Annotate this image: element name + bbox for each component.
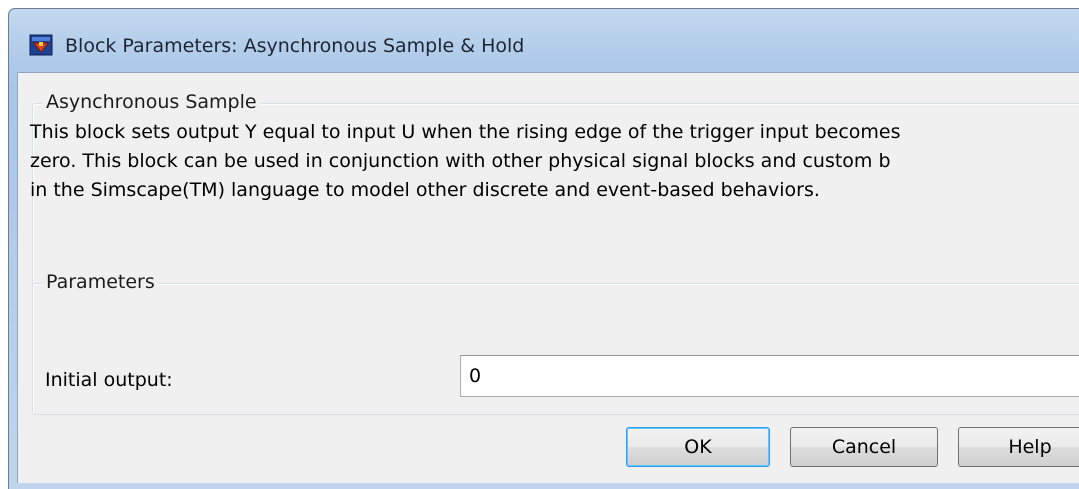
- parameters-groupbox: Parameters Initial output:: [32, 271, 1079, 415]
- window-title: Block Parameters: Asynchronous Sample & …: [65, 35, 525, 57]
- title-bar[interactable]: Block Parameters: Asynchronous Sample & …: [9, 9, 1079, 71]
- initial-output-label: Initial output:: [45, 369, 173, 391]
- initial-output-field[interactable]: [460, 355, 1079, 397]
- description-group-legend: Asynchronous Sample: [42, 91, 261, 113]
- description-line: This block sets output Y equal to input …: [30, 121, 901, 143]
- cancel-button[interactable]: Cancel: [790, 427, 938, 467]
- dialog-client-area: Asynchronous Sample This block sets outp…: [17, 72, 1079, 483]
- block-parameters-dialog: Block Parameters: Asynchronous Sample & …: [8, 8, 1079, 489]
- description-line: in the Simscape(TM) language to model ot…: [30, 179, 820, 201]
- description-line: zero. This block can be used in conjunct…: [30, 150, 891, 172]
- parameters-group-legend: Parameters: [42, 271, 159, 293]
- block-description: This block sets output Y equal to input …: [30, 118, 1079, 205]
- simulink-block-icon: [29, 34, 53, 56]
- help-button[interactable]: Help: [958, 427, 1079, 467]
- ok-button[interactable]: OK: [626, 427, 770, 467]
